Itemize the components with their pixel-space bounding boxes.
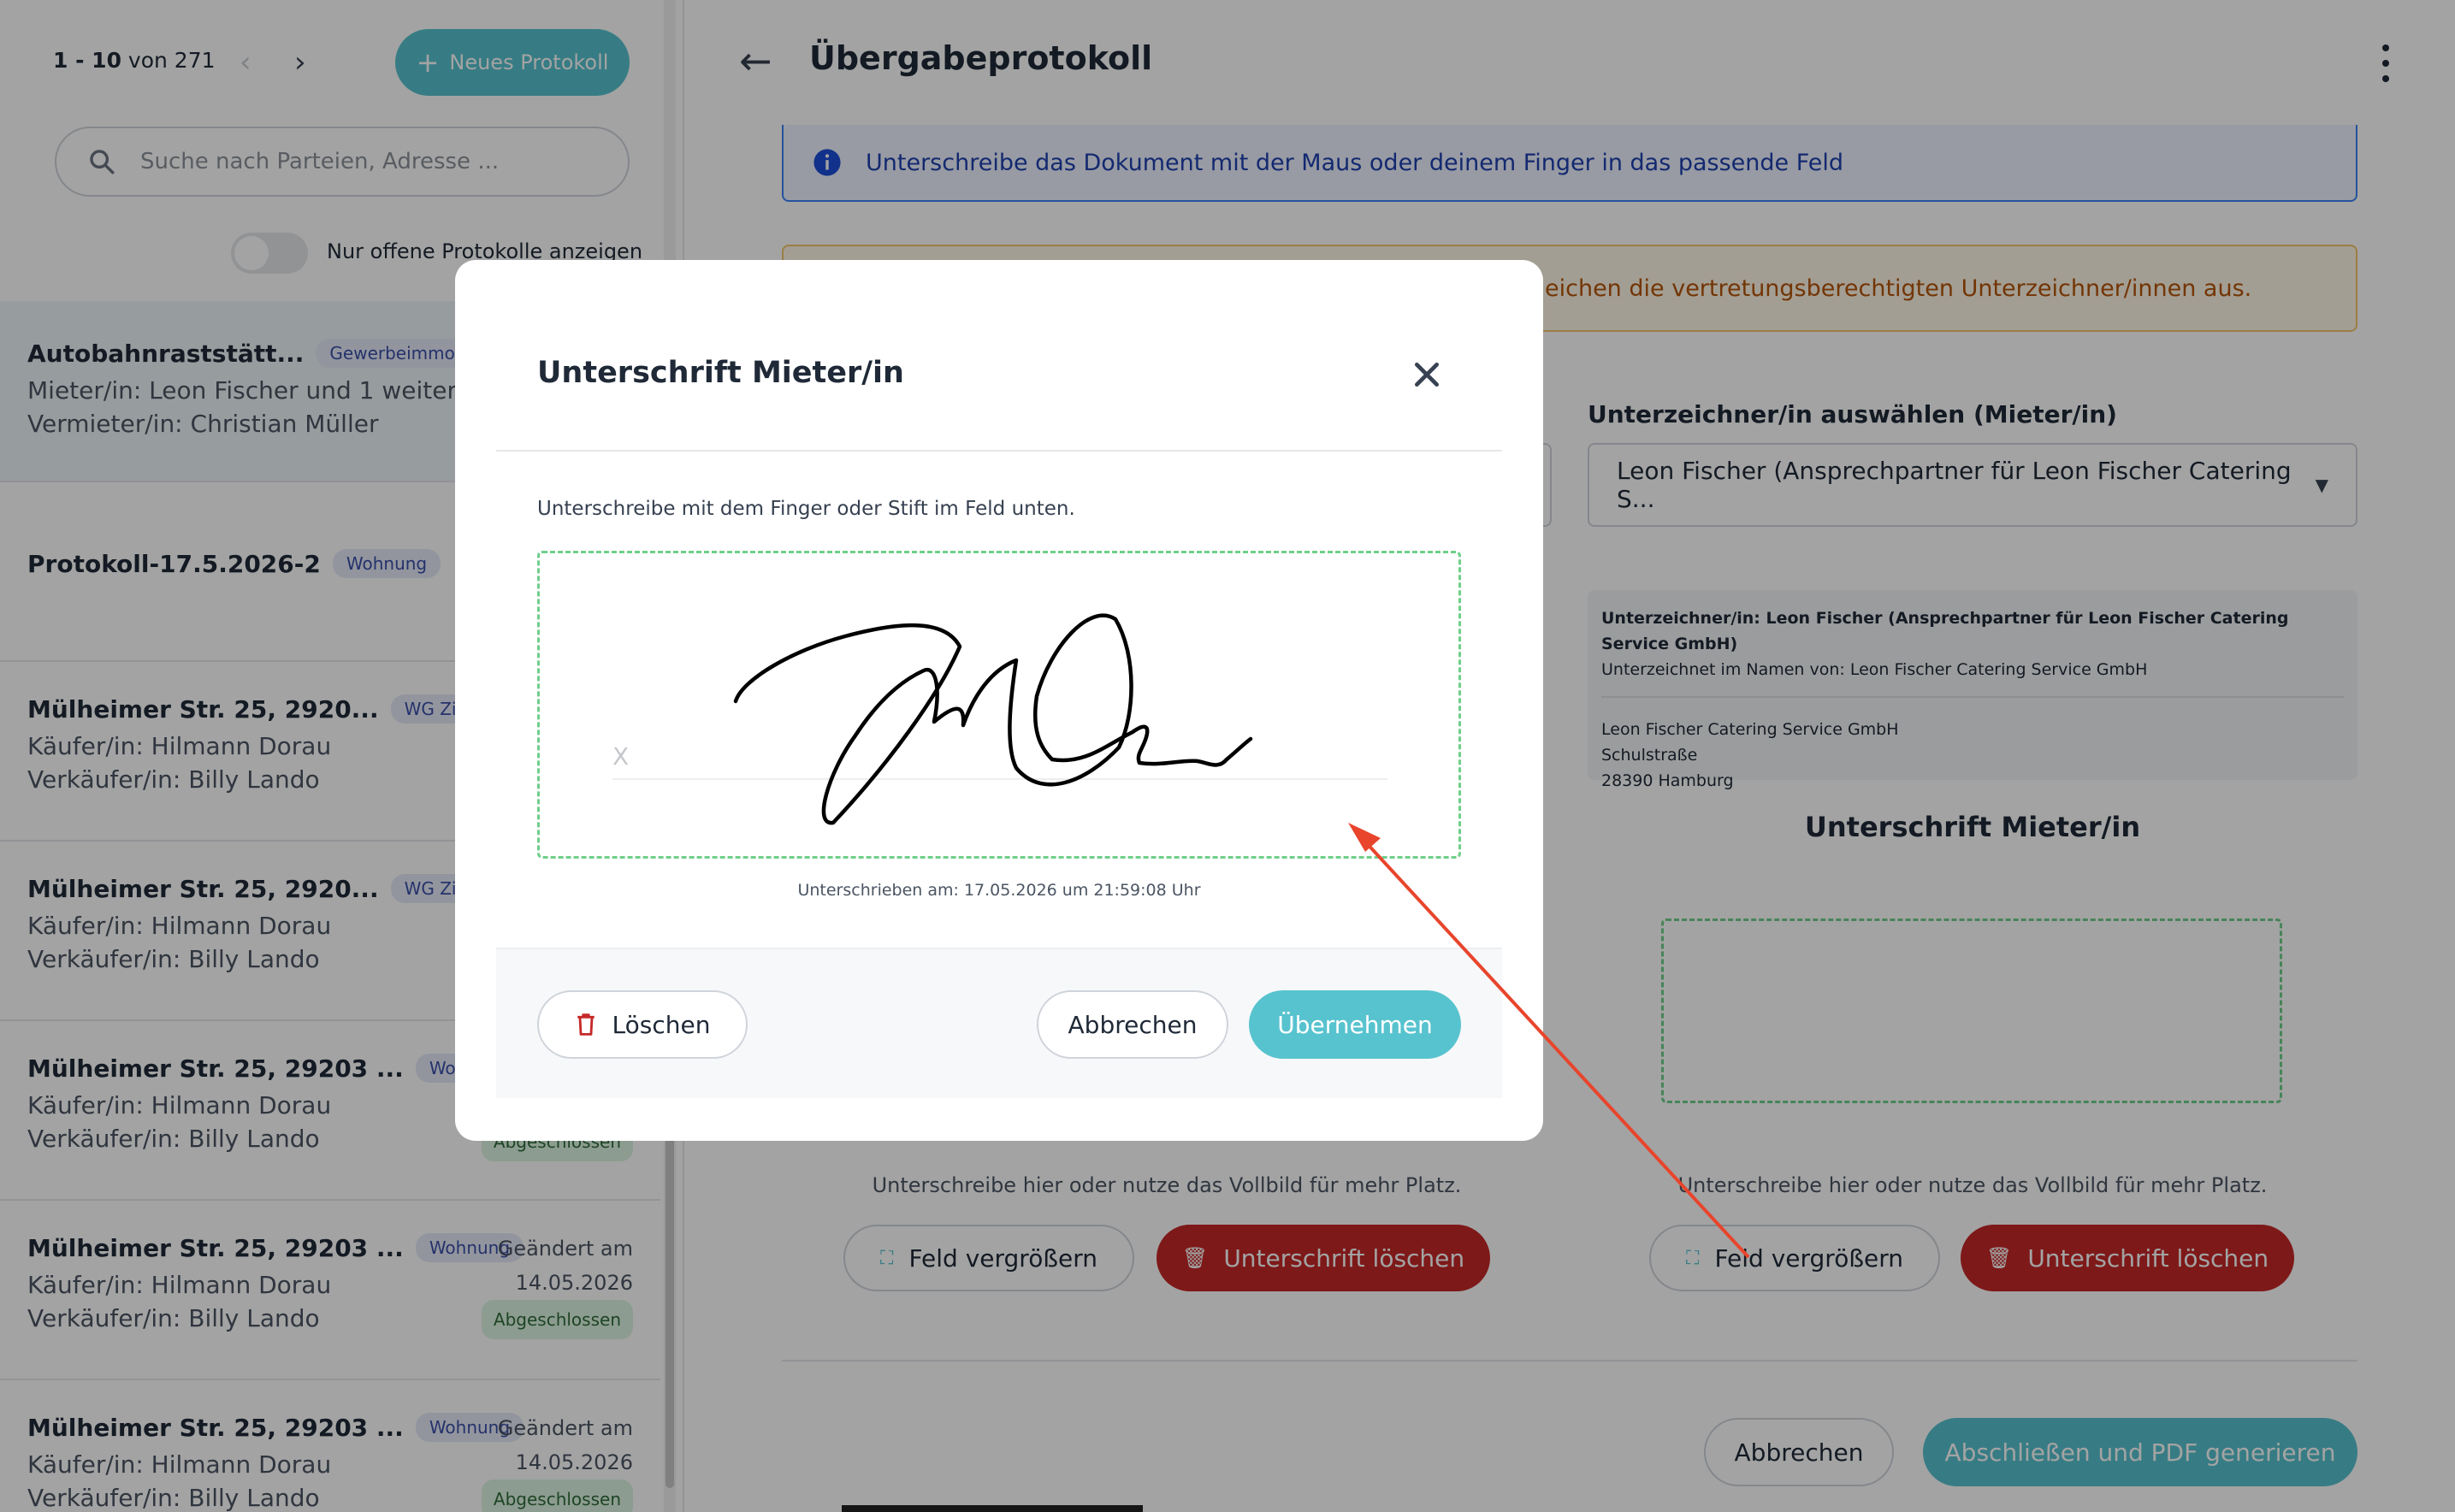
trash-icon [577,1013,595,1036]
modal-title: Unterschrift Mieter/in [537,356,904,390]
modal-divider [496,450,1502,452]
modal-cancel-button[interactable]: Abbrechen [1037,990,1228,1059]
signed-timestamp: Unterschrieben am: 17.05.2026 um 21:59:0… [797,881,1201,900]
apply-button[interactable]: Übernehmen [1249,990,1461,1059]
modal-hint: Unterschreibe mit dem Finger oder Stift … [537,498,1075,520]
delete-button[interactable]: Löschen [537,990,748,1059]
signature-stroke [733,613,1253,825]
close-icon[interactable] [1410,357,1444,392]
